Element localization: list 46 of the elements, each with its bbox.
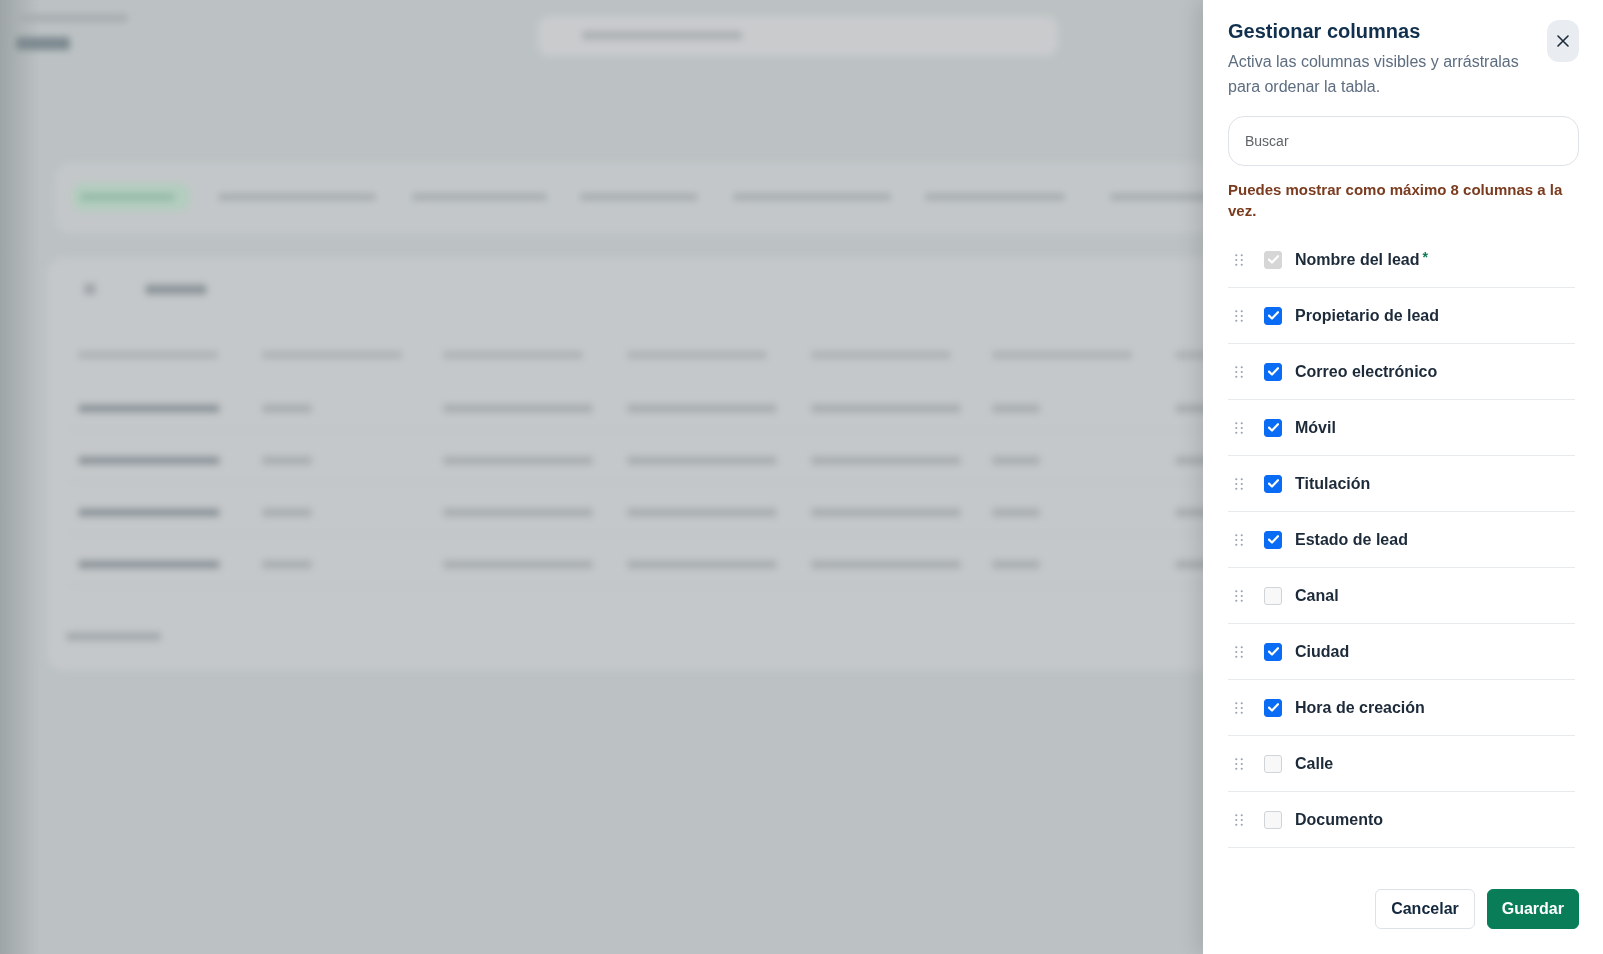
- checkbox[interactable]: [1264, 306, 1282, 325]
- check-icon: [1267, 535, 1279, 544]
- drag-handle-icon[interactable]: [1235, 365, 1243, 378]
- close-button[interactable]: [1547, 20, 1579, 62]
- column-label: Hora de creación: [1295, 697, 1425, 718]
- check-icon: [1267, 647, 1279, 656]
- search-field[interactable]: Buscar: [1228, 116, 1579, 166]
- close-icon: [1557, 35, 1569, 47]
- check-icon: [1267, 255, 1279, 264]
- check-icon: [1267, 367, 1279, 376]
- panel-title: Gestionar columnas: [1228, 19, 1422, 44]
- drag-handle-icon[interactable]: [1235, 645, 1243, 658]
- drag-handle-icon[interactable]: [1235, 533, 1243, 546]
- check-icon: [1267, 703, 1279, 712]
- check-icon: [1267, 479, 1279, 488]
- column-label: Móvil: [1295, 417, 1336, 438]
- column-label: Propietario de lead: [1295, 305, 1440, 326]
- column-label: Ciudad: [1295, 641, 1350, 662]
- drag-handle-icon[interactable]: [1235, 309, 1243, 322]
- column-label: Estado de lead: [1295, 529, 1408, 550]
- drag-handle-icon[interactable]: [1235, 813, 1243, 826]
- check-icon: [1267, 423, 1279, 432]
- checkbox[interactable]: [1264, 362, 1282, 381]
- drag-handle-icon[interactable]: [1235, 589, 1243, 602]
- save-button[interactable]: Guardar: [1486, 889, 1579, 929]
- drag-handle-icon[interactable]: [1235, 421, 1243, 434]
- drag-handle-icon[interactable]: [1235, 477, 1243, 490]
- limit-notice: Puedes mostrar como máximo 8 columnas a la vez.: [1228, 180, 1564, 221]
- cancel-button[interactable]: Cancelar: [1375, 889, 1475, 929]
- checkbox[interactable]: [1264, 474, 1282, 493]
- checkbox[interactable]: [1264, 418, 1282, 437]
- column-label: Nombre del lead: [1295, 249, 1420, 270]
- column-label: Titulación: [1295, 473, 1371, 494]
- checkbox[interactable]: [1264, 642, 1282, 661]
- column-label: Canal: [1295, 585, 1339, 606]
- drag-handle-icon[interactable]: [1235, 757, 1243, 770]
- column-label: Calle: [1295, 753, 1334, 774]
- check-icon: [1267, 311, 1279, 320]
- checkbox[interactable]: [1264, 530, 1282, 549]
- column-label: Documento: [1295, 809, 1383, 830]
- panel-description: Activa las columnas visibles y arrástralas para ordenar la tabla.: [1228, 52, 1520, 97]
- required-mark: *: [1422, 248, 1428, 267]
- checkbox[interactable]: [1264, 698, 1282, 717]
- drag-handle-icon[interactable]: [1235, 253, 1243, 266]
- column-label: Correo electrónico: [1295, 361, 1438, 382]
- drag-handle-icon[interactable]: [1235, 701, 1243, 714]
